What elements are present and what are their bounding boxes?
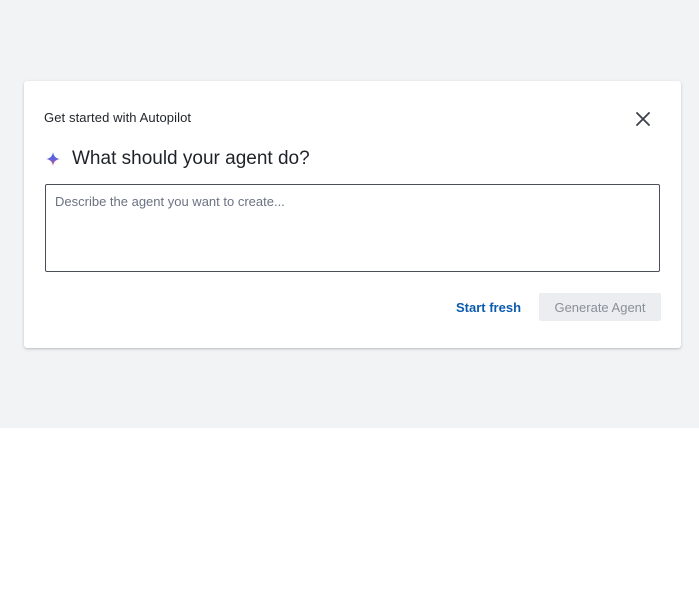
dialog-heading: What should your agent do? [72,148,310,169]
close-button[interactable] [633,109,653,129]
start-fresh-button[interactable]: Start fresh [448,293,529,321]
generate-agent-button[interactable]: Generate Agent [539,293,661,321]
autopilot-dialog: Get started with Autopilot What should y… [24,81,681,348]
close-icon [636,112,650,126]
agent-description-input[interactable] [45,184,660,272]
dialog-title: Get started with Autopilot [44,110,192,125]
heading-row: What should your agent do? [46,147,310,171]
sparkle-icon [46,151,62,167]
